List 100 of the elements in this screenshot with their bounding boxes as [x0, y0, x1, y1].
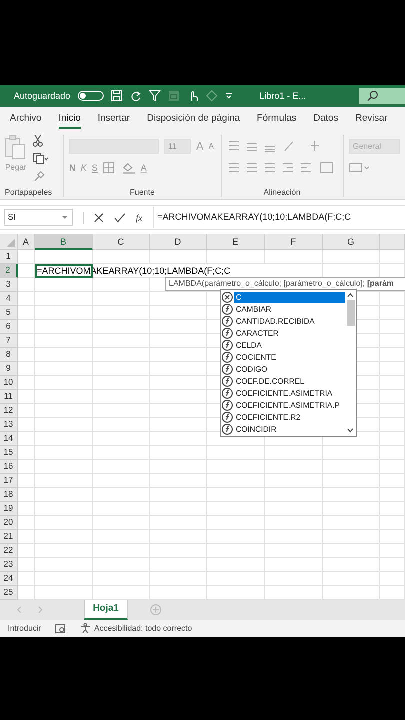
- grid-cell[interactable]: [93, 278, 150, 292]
- shape-icon[interactable]: [206, 90, 218, 102]
- grid-cell[interactable]: [265, 544, 323, 558]
- row-header[interactable]: 10: [0, 376, 18, 390]
- grid-cell[interactable]: [380, 544, 405, 558]
- row-header[interactable]: 24: [0, 572, 18, 586]
- grid-cell[interactable]: [380, 320, 405, 334]
- grid-cell[interactable]: [380, 334, 405, 348]
- grid-cell[interactable]: [18, 460, 35, 474]
- grid-cell[interactable]: [323, 572, 380, 586]
- grid-cell[interactable]: [18, 292, 35, 306]
- row-header[interactable]: 11: [0, 390, 18, 404]
- grid-cell[interactable]: [18, 544, 35, 558]
- grid-cell[interactable]: [18, 362, 35, 376]
- grid-cell[interactable]: [323, 544, 380, 558]
- grid-cell[interactable]: [35, 292, 93, 306]
- scrollbar[interactable]: [345, 290, 356, 436]
- search-button[interactable]: [359, 88, 405, 104]
- grid-cell[interactable]: [380, 390, 405, 404]
- grid-cell[interactable]: [150, 572, 207, 586]
- row-header[interactable]: 12: [0, 404, 18, 418]
- grid-cell[interactable]: [323, 530, 380, 544]
- row-header[interactable]: 6: [0, 320, 18, 334]
- copy-icon[interactable]: [33, 153, 49, 165]
- grid-cell[interactable]: [150, 530, 207, 544]
- grid-cell[interactable]: [93, 516, 150, 530]
- column-header[interactable]: C: [93, 234, 150, 250]
- ribbon-tab[interactable]: Inicio: [58, 110, 81, 128]
- row-header[interactable]: 5: [0, 306, 18, 320]
- row-header[interactable]: 3: [0, 278, 18, 292]
- row-header[interactable]: 18: [0, 488, 18, 502]
- grid-cell[interactable]: [93, 502, 150, 516]
- next-sheet-icon[interactable]: [38, 606, 44, 614]
- grid-cell[interactable]: [35, 376, 93, 390]
- grid-cell[interactable]: [18, 516, 35, 530]
- autosave-toggle[interactable]: [78, 91, 104, 101]
- grid-cell[interactable]: [323, 250, 380, 264]
- grid-cell[interactable]: [207, 558, 265, 572]
- grid-cell[interactable]: [35, 250, 93, 264]
- grid-cell[interactable]: [150, 320, 207, 334]
- scroll-thumb[interactable]: [346, 300, 354, 326]
- grid-cell[interactable]: [93, 446, 150, 460]
- ribbon-tab[interactable]: Archivo: [10, 110, 42, 128]
- grid-cell[interactable]: [35, 390, 93, 404]
- row-header[interactable]: 8: [0, 348, 18, 362]
- grid-cell[interactable]: [207, 516, 265, 530]
- grid-cell[interactable]: [323, 460, 380, 474]
- grid-cell[interactable]: [93, 572, 150, 586]
- column-header[interactable]: G: [323, 234, 380, 250]
- grid-cell[interactable]: [380, 572, 405, 586]
- grid-cell[interactable]: [35, 348, 93, 362]
- grid-cell[interactable]: [93, 460, 150, 474]
- grid-cell[interactable]: [265, 460, 323, 474]
- grid-cell[interactable]: [93, 306, 150, 320]
- row-header[interactable]: 19: [0, 502, 18, 516]
- grid-cell[interactable]: [150, 432, 207, 446]
- cancel-icon[interactable]: [94, 212, 104, 222]
- column-header[interactable]: [380, 234, 405, 250]
- grid-cell[interactable]: [18, 488, 35, 502]
- grid-cell[interactable]: [207, 572, 265, 586]
- row-header[interactable]: 14: [0, 432, 18, 446]
- grid-cell[interactable]: [207, 502, 265, 516]
- column-header[interactable]: D: [150, 234, 207, 250]
- grid-cell[interactable]: [150, 460, 207, 474]
- grid-cell[interactable]: [35, 558, 93, 572]
- grid-cell[interactable]: [93, 544, 150, 558]
- grid-cell[interactable]: [150, 376, 207, 390]
- row-header[interactable]: 17: [0, 474, 18, 488]
- grid-cell[interactable]: [150, 362, 207, 376]
- grid-cell[interactable]: [18, 250, 35, 264]
- grid-cell[interactable]: [35, 530, 93, 544]
- grid-cell[interactable]: [380, 292, 405, 306]
- grid-cell[interactable]: [265, 572, 323, 586]
- grid-cell[interactable]: [18, 348, 35, 362]
- grid-cell[interactable]: [93, 530, 150, 544]
- grid-cell[interactable]: [380, 418, 405, 432]
- previous-sheet-icon[interactable]: [16, 606, 22, 614]
- grid-cell[interactable]: [18, 334, 35, 348]
- grid-cell[interactable]: [35, 446, 93, 460]
- fill-color-icon[interactable]: [122, 162, 136, 174]
- grid-cell[interactable]: [18, 558, 35, 572]
- grid-cell[interactable]: [265, 530, 323, 544]
- grid-cell[interactable]: [93, 558, 150, 572]
- row-header[interactable]: 7: [0, 334, 18, 348]
- grid-cell[interactable]: [150, 390, 207, 404]
- grid-cell[interactable]: [380, 488, 405, 502]
- row-header[interactable]: 1: [0, 250, 18, 264]
- grid-cell[interactable]: [380, 502, 405, 516]
- grid-cell[interactable]: [35, 502, 93, 516]
- grid-cell[interactable]: [93, 488, 150, 502]
- grid-cell[interactable]: [380, 306, 405, 320]
- grid-cell[interactable]: [323, 488, 380, 502]
- grid-cell[interactable]: [93, 418, 150, 432]
- grid-cell[interactable]: [323, 446, 380, 460]
- grid-cell[interactable]: [265, 474, 323, 488]
- grid-cell[interactable]: [323, 558, 380, 572]
- grid-cell[interactable]: [93, 404, 150, 418]
- row-header[interactable]: 4: [0, 292, 18, 306]
- row-header[interactable]: 13: [0, 418, 18, 432]
- grid-cell[interactable]: [380, 446, 405, 460]
